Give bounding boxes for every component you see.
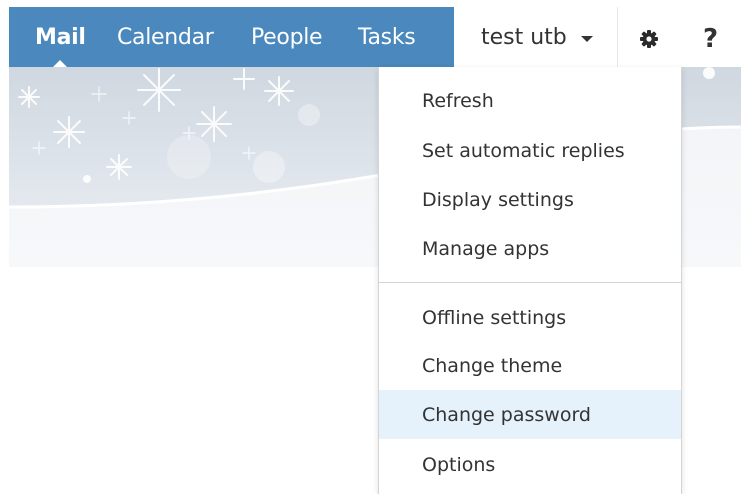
menu-item-display-settings[interactable]: Display settings: [379, 175, 681, 224]
settings-dropdown-menu: Refresh Set automatic replies Display se…: [378, 67, 682, 494]
top-nav-bar: Mail Calendar People Tasks test utb ?: [9, 7, 741, 67]
menu-item-change-theme[interactable]: Change theme: [379, 341, 681, 390]
menu-divider: [379, 282, 681, 283]
menu-item-set-automatic-replies[interactable]: Set automatic replies: [379, 126, 681, 175]
active-tab-indicator-icon: [53, 60, 67, 67]
help-button[interactable]: ?: [680, 7, 741, 67]
menu-item-options[interactable]: Options: [379, 440, 681, 489]
nav-mail[interactable]: Mail: [35, 7, 86, 67]
menu-item-refresh[interactable]: Refresh: [379, 76, 681, 125]
menu-item-manage-apps[interactable]: Manage apps: [379, 224, 681, 273]
nav-people[interactable]: People: [251, 7, 323, 67]
user-name: test utb: [481, 25, 567, 50]
gear-icon: [640, 30, 658, 48]
menu-item-offline-settings[interactable]: Offline settings: [379, 293, 681, 342]
settings-button[interactable]: [618, 7, 680, 67]
nav-tasks[interactable]: Tasks: [358, 7, 416, 67]
nav-calendar[interactable]: Calendar: [117, 7, 214, 67]
caret-down-icon: [581, 36, 593, 42]
outlook-web-app: Mail Calendar People Tasks test utb ? Re…: [0, 0, 741, 494]
user-menu-button[interactable]: test utb: [454, 7, 617, 67]
menu-item-change-password[interactable]: Change password: [379, 390, 681, 439]
header-actions: test utb ?: [454, 7, 741, 67]
